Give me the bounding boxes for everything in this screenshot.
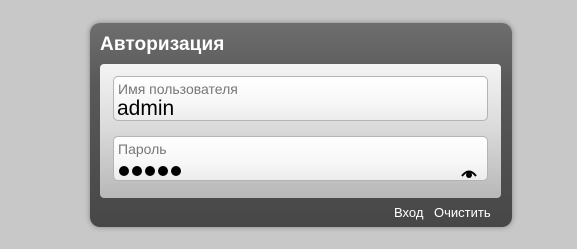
password-field[interactable]: Пароль <box>113 136 488 181</box>
password-dot <box>119 166 129 176</box>
password-dot <box>145 166 155 176</box>
password-masked-value[interactable] <box>119 166 181 176</box>
username-field[interactable]: Имя пользователя admin <box>113 76 488 121</box>
eye-icon[interactable] <box>461 166 477 178</box>
username-value[interactable]: admin <box>117 97 174 121</box>
login-dialog: Авторизация Имя пользователя admin Парол… <box>90 23 512 227</box>
login-form-panel: Имя пользователя admin Пароль <box>100 64 501 198</box>
password-dot <box>132 166 142 176</box>
login-button[interactable]: Вход <box>394 205 423 220</box>
password-label: Пароль <box>118 141 167 157</box>
dialog-title: Авторизация <box>100 34 225 55</box>
clear-button[interactable]: Очистить <box>434 205 491 220</box>
password-dot <box>158 166 168 176</box>
username-label: Имя пользователя <box>118 81 238 97</box>
password-dot <box>171 166 181 176</box>
